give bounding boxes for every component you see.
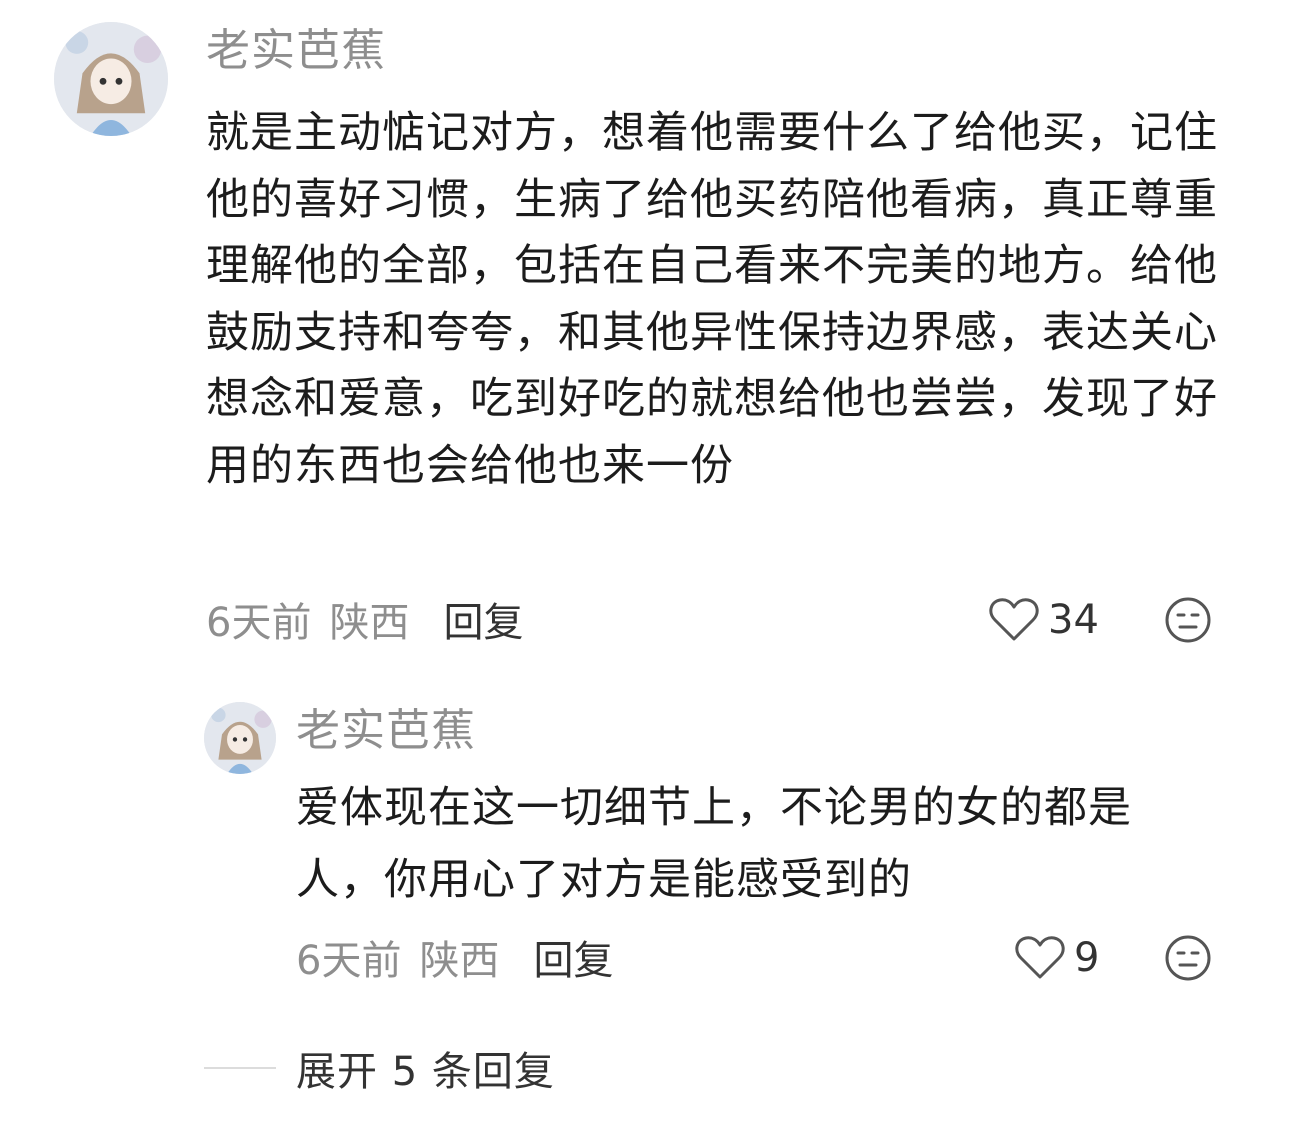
like-count: 9 xyxy=(1074,935,1100,981)
reply-username[interactable]: 老实芭蕉 xyxy=(296,704,476,758)
reply-avatar[interactable] xyxy=(204,702,276,774)
comment-meta: 6天前 陕西 回复 xyxy=(206,594,523,646)
expand-replies-label: 展开 5 条回复 xyxy=(296,1049,555,1095)
location: 陕西 xyxy=(329,600,410,646)
expand-replies-button[interactable]: 展开 5 条回复 xyxy=(204,1042,555,1095)
reply-button[interactable]: 回复 xyxy=(533,928,613,986)
avatar[interactable] xyxy=(54,22,168,136)
divider-line xyxy=(204,1067,276,1069)
location: 陕西 xyxy=(419,938,500,984)
comment-text: 就是主动惦记对方，想着他需要什么了给他买，记住他的喜好习惯，生病了给他买药陪他看… xyxy=(206,108,1218,491)
avatar-illustration xyxy=(54,22,168,136)
avatar-illustration xyxy=(204,702,276,774)
username[interactable]: 老实芭蕉 xyxy=(206,24,386,78)
like-count: 34 xyxy=(1048,597,1099,643)
emoji-face-icon xyxy=(1165,597,1211,643)
heart-outline-icon xyxy=(1015,936,1065,979)
emoji-face-icon xyxy=(1165,935,1211,981)
react-button[interactable] xyxy=(1164,934,1212,982)
react-button[interactable] xyxy=(1164,596,1212,644)
like-button[interactable]: 34 xyxy=(988,596,1099,644)
like-button[interactable]: 9 xyxy=(1014,934,1099,982)
heart-outline-icon xyxy=(989,598,1039,641)
timestamp: 6天前 xyxy=(296,938,402,984)
reply-meta: 6天前 陕西 回复 xyxy=(296,932,613,984)
timestamp: 6天前 xyxy=(206,600,312,646)
reply-text: 爱体现在这一切细节上，不论男的女的都是人，你用心了对方是能感受到的 xyxy=(296,783,1132,905)
reply-button[interactable]: 回复 xyxy=(443,590,523,648)
